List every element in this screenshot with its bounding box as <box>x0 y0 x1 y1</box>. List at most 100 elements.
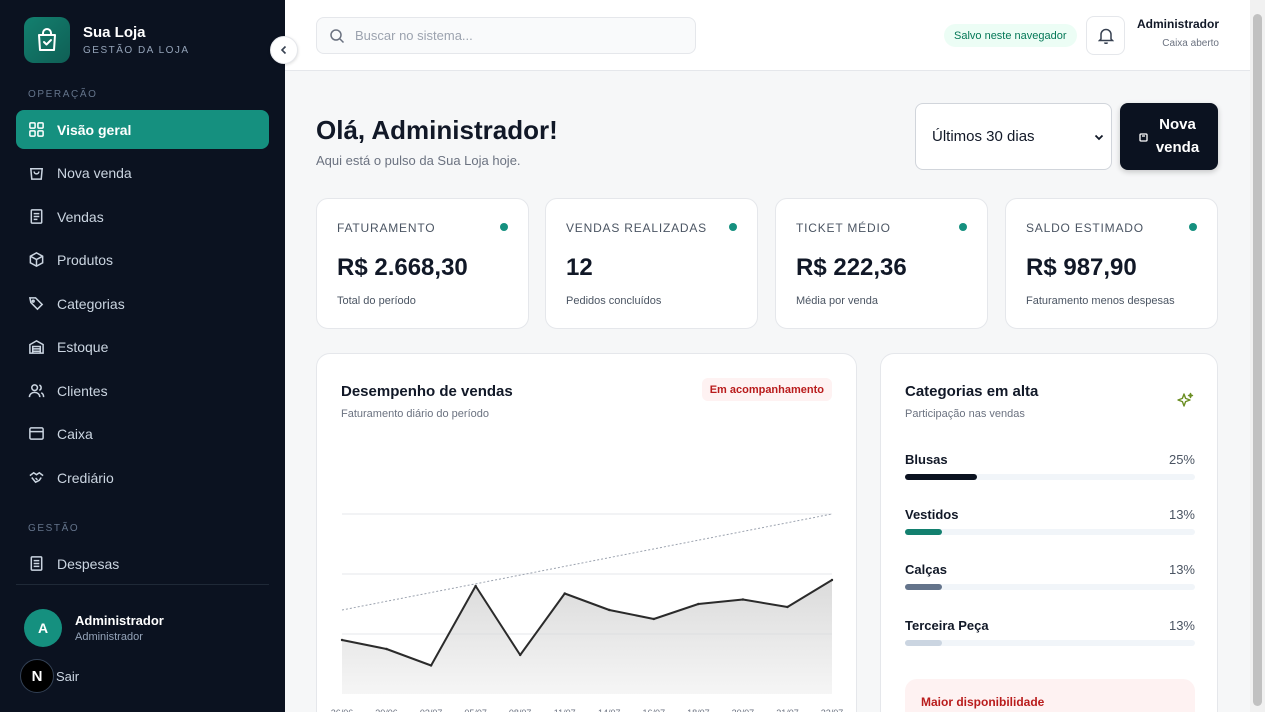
kpi-card-saldo: SALDO ESTIMADO R$ 987,90 Faturamento men… <box>1005 198 1218 329</box>
sidebar-item-crediario[interactable]: Crediário <box>16 458 269 497</box>
notifications-button[interactable] <box>1086 16 1125 55</box>
avatar: A <box>24 609 62 647</box>
chart-point <box>340 638 344 642</box>
sidebar-user[interactable]: A Administrador Administrador <box>24 609 164 647</box>
kpi-card-vendas: VENDAS REALIZADAS 12 Pedidos concluídos <box>545 198 758 329</box>
category-name: Terceira Peça <box>905 618 989 633</box>
sidebar-user-role: Administrador <box>75 631 143 643</box>
card-title: Categorias em alta <box>905 383 1039 400</box>
collapse-sidebar-button[interactable] <box>270 36 298 64</box>
sidebar-item-caixa[interactable]: Caixa <box>16 414 269 453</box>
chart-x-tick-label: 20/07 <box>732 708 755 712</box>
category-percent: 13% <box>1168 507 1195 522</box>
sidebar-item-despesas[interactable]: Despesas <box>16 544 269 583</box>
kpi-label: FATURAMENTO <box>337 221 436 235</box>
kpi-caption: Faturamento menos despesas <box>1026 295 1175 307</box>
users-icon <box>28 384 45 398</box>
search-box[interactable] <box>316 17 696 54</box>
sidebar-item-nova-venda[interactable]: Nova venda <box>16 153 269 192</box>
category-progress-track <box>905 529 1195 535</box>
chevron-left-icon <box>280 45 287 55</box>
status-dot <box>729 223 737 231</box>
period-select-value: Últimos 30 dias <box>932 128 1035 145</box>
top-categories-card: Categorias em alta Participação nas vend… <box>880 353 1218 712</box>
chart-x-tick-label: 16/07 <box>643 708 666 712</box>
new-sale-label-line1: Nova <box>1159 116 1196 133</box>
top-user-name: Administrador <box>1136 17 1219 31</box>
kpi-caption: Total do período <box>337 295 416 307</box>
sidebar-user-name: Administrador <box>75 613 164 628</box>
sidebar-item-label: Produtos <box>57 251 114 268</box>
chart-point <box>741 598 745 601</box>
period-select[interactable]: Últimos 30 dias <box>915 103 1112 170</box>
page-scrollbar[interactable] <box>1250 0 1265 712</box>
category-row: Calças 13% <box>905 562 1195 592</box>
sidebar: Sua Loja GESTÃO DA LOJA OPERAÇÃO Visão g… <box>0 0 285 712</box>
category-progress-track <box>905 640 1195 646</box>
top-user-info[interactable]: Administrador Caixa aberto <box>1137 17 1219 49</box>
category-row: Vestidos 13% <box>905 507 1195 537</box>
sidebar-item-label: Estoque <box>57 338 109 355</box>
sidebar-item-produtos[interactable]: Produtos <box>16 240 269 279</box>
warehouse-icon <box>29 339 44 354</box>
chart-point <box>429 664 433 667</box>
handshake-icon <box>29 471 44 484</box>
category-progress-track <box>905 474 1195 480</box>
chart-x-tick-label: 26/06 <box>331 708 354 712</box>
chart-point <box>697 602 700 606</box>
sidebar-item-vendas[interactable]: Vendas <box>16 197 269 236</box>
sidebar-item-label: Categorias <box>57 295 125 312</box>
sales-chart: 26/06 30/06 03/07 05/07 08/07 11/07 14/07 16/07… <box>331 513 844 712</box>
new-sale-button[interactable]: Nova venda <box>1120 103 1218 170</box>
chart-x-tick-label: 21/07 <box>776 708 799 712</box>
sidebar-item-label: Nova venda <box>57 164 132 181</box>
kpi-label: VENDAS REALIZADAS <box>566 221 707 235</box>
tags-icon <box>28 297 44 311</box>
scrollbar-thumb[interactable] <box>1253 14 1262 706</box>
page-subtitle: Aqui está o pulso da Sua Loja hoje. <box>316 153 521 168</box>
category-progress-fill <box>905 529 943 535</box>
sparkle-icon <box>1177 392 1194 407</box>
logout-button[interactable]: N Sair <box>20 659 79 693</box>
category-name: Calças <box>905 562 947 577</box>
kpi-value: R$ 987,90 <box>1026 254 1137 281</box>
kpi-label: SALDO ESTIMADO <box>1026 221 1144 235</box>
category-row: Terceira Peça 13% <box>905 618 1195 648</box>
chart-point <box>474 584 477 588</box>
chart-x-tick-label: 03/07 <box>420 708 443 712</box>
category-progress-fill <box>905 474 977 480</box>
search-input[interactable] <box>355 28 675 43</box>
kpi-value: R$ 222,36 <box>796 254 907 281</box>
category-progress-fill <box>905 584 943 590</box>
category-percent: 13% <box>1168 618 1195 633</box>
chart-x-tick-label: 18/07 <box>687 708 710 712</box>
receipt-icon <box>30 209 43 224</box>
kpi-card-faturamento: FATURAMENTO R$ 2.668,30 Total do período <box>316 198 529 329</box>
chart-area-fill <box>342 580 832 694</box>
sidebar-item-label: Crediário <box>57 469 114 486</box>
kpi-value: 12 <box>566 254 593 281</box>
section-label-operacao: OPERAÇÃO <box>28 89 98 100</box>
chart-trend-line <box>341 513 833 611</box>
kpi-caption: Média por venda <box>796 295 878 307</box>
status-dot <box>1189 223 1197 231</box>
sidebar-item-estoque[interactable]: Estoque <box>16 327 269 366</box>
chart-x-tick-label: 05/07 <box>464 708 487 712</box>
availability-title: Maior disponibilidade <box>921 695 1045 709</box>
sidebar-item-categorias[interactable]: Categorias <box>16 284 269 323</box>
search-icon <box>330 28 345 43</box>
chart-point <box>652 617 656 621</box>
chart-point <box>786 605 789 609</box>
chart-x-tick-label: 22/07 <box>821 708 844 712</box>
kpi-value: R$ 2.668,30 <box>337 254 468 281</box>
status-dot <box>959 223 967 231</box>
sidebar-item-label: Caixa <box>57 425 93 442</box>
card-subtitle: Participação nas vendas <box>905 408 1025 420</box>
chart-point <box>830 578 834 582</box>
sidebar-item-visao-geral[interactable]: Visão geral <box>16 110 269 149</box>
sidebar-item-clientes[interactable]: Clientes <box>16 371 269 410</box>
cash-status: Caixa aberto <box>1162 38 1219 49</box>
brand[interactable]: Sua Loja GESTÃO DA LOJA <box>24 17 190 63</box>
saved-status-badge: Salvo neste navegador <box>944 24 1077 47</box>
chart-x-tick-label: 14/07 <box>598 708 621 712</box>
